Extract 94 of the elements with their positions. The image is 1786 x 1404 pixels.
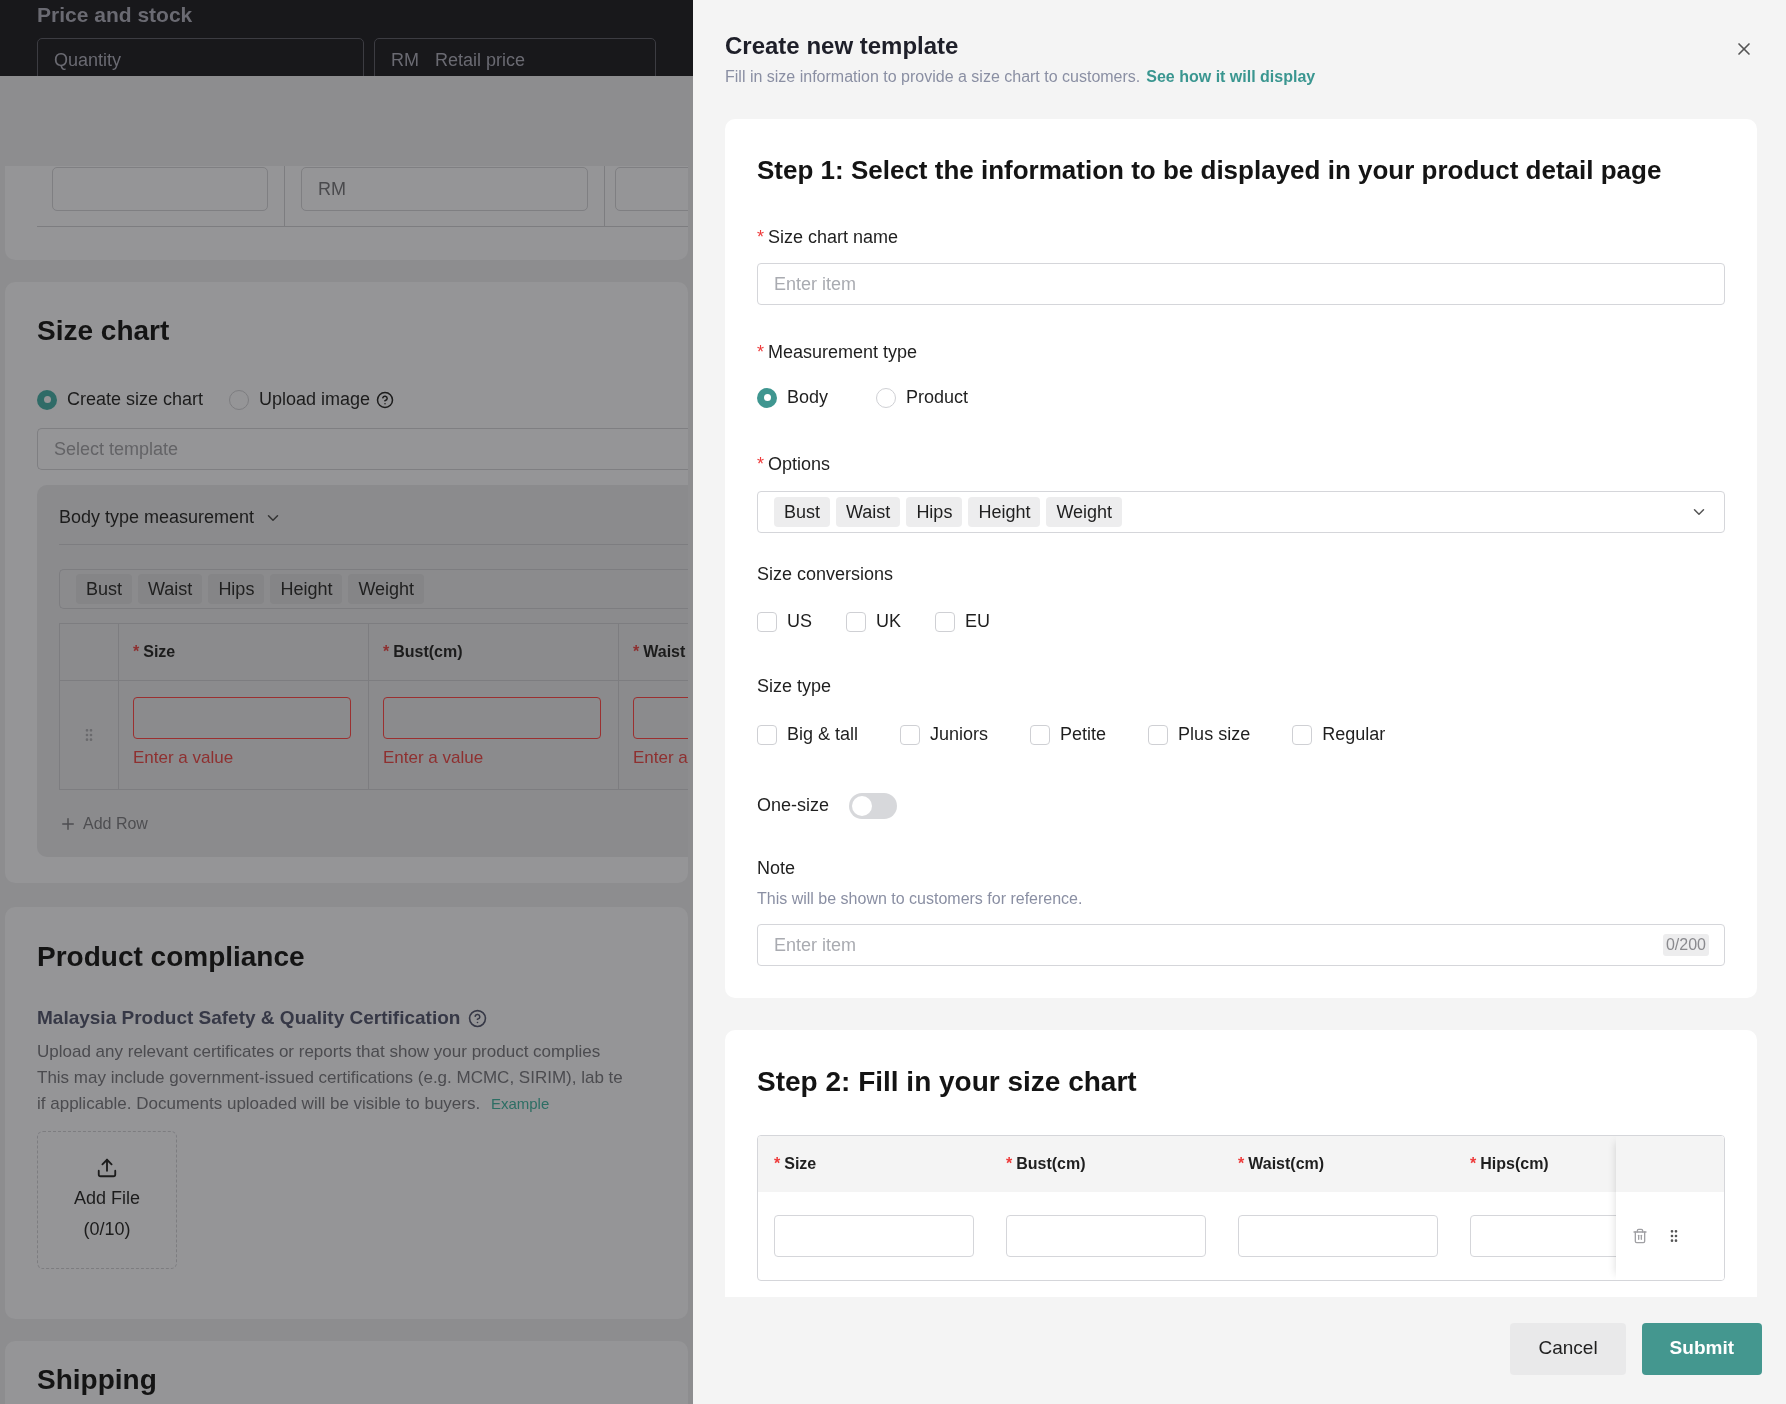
option-tag: Hips: [208, 574, 265, 604]
cancel-button[interactable]: Cancel: [1510, 1322, 1626, 1375]
radio-label: Upload image: [259, 388, 371, 411]
one-size-toggle[interactable]: [849, 792, 898, 819]
file-count: (0/10): [83, 1217, 131, 1241]
field-label: * Options: [757, 453, 832, 476]
option-tag: Bust: [774, 497, 831, 527]
example-link[interactable]: Example: [490, 1094, 550, 1112]
checkbox[interactable]: [1030, 724, 1051, 745]
checkbox-label: Regular: [1322, 723, 1386, 746]
option-tag: Weight: [1046, 497, 1123, 527]
checkbox[interactable]: [1148, 724, 1169, 745]
description-text: Upload any relevant certificates or reports that show your product complies This may include government-issued certifications (e.g. MCMC, SIRIM), lab te if applicable. Documents uploaded will be visible to buyers. Example: [37, 1040, 624, 1115]
input-field[interactable]: Quantity: [37, 38, 365, 76]
radio-label: Body: [787, 386, 829, 409]
field-label: Size conversions: [757, 563, 895, 586]
checkbox[interactable]: [900, 724, 921, 745]
price-field[interactable]: RM Retail price: [374, 38, 656, 76]
error-message: Enter a value: [133, 747, 235, 769]
radio-button[interactable]: [37, 389, 57, 410]
help-icon[interactable]: [376, 390, 395, 409]
section-title: Product compliance: [37, 940, 306, 974]
option-tag: Waist: [138, 574, 203, 604]
radio-label: Product: [906, 386, 969, 409]
add-file-label: Add File: [73, 1186, 140, 1210]
column-header: * Waist: [633, 642, 686, 662]
required-asterisk: *: [133, 643, 140, 660]
column-header: * Hips(cm): [1470, 1154, 1549, 1174]
required-asterisk: *: [1470, 1155, 1477, 1172]
checkbox-label: Petite: [1060, 723, 1107, 746]
checkbox-label: Juniors: [930, 723, 989, 746]
required-asterisk: *: [633, 643, 640, 660]
checkbox-label: UK: [876, 610, 902, 633]
field-label: Note: [757, 857, 797, 880]
column-header: * Size: [774, 1154, 817, 1174]
drawer-subtitle: Fill in size information to provide a size chart to customers.: [725, 67, 1141, 87]
section-title: Shipping: [37, 1363, 158, 1397]
required-asterisk: *: [383, 643, 390, 660]
checkbox[interactable]: [757, 724, 777, 745]
required-asterisk: *: [757, 227, 764, 247]
radio-button[interactable]: [757, 387, 777, 408]
price-field[interactable]: RM: [301, 167, 588, 211]
required-asterisk: *: [774, 1155, 781, 1172]
note-hint: This will be shown to customers for reference.: [757, 889, 1084, 909]
column-header: * Size: [133, 642, 176, 662]
checkbox[interactable]: [846, 611, 866, 632]
option-tag: Weight: [348, 574, 425, 604]
character-counter: 0/200: [1662, 934, 1709, 956]
error-message: Enter a value: [383, 747, 485, 769]
tags-field[interactable]: Bust Waist Hips Height Weight: [59, 569, 688, 609]
size-chart-name-field[interactable]: Enter item: [757, 263, 1725, 305]
step-heading: Step 1: Select the information to be displayed in your product detail page: [757, 154, 1663, 187]
help-icon[interactable]: [468, 1008, 488, 1028]
option-tag: Hips: [906, 497, 963, 527]
required-asterisk: *: [757, 454, 764, 474]
section-title: Size chart: [37, 314, 171, 348]
field-label: * Measurement type: [757, 341, 919, 364]
checkbox[interactable]: [935, 611, 956, 632]
input-field[interactable]: [383, 697, 601, 739]
submit-button[interactable]: Submit: [1641, 1322, 1762, 1375]
option-tag: Bust: [76, 574, 133, 604]
display-preview-link[interactable]: See how it will display: [1146, 65, 1316, 89]
field-label: Size type: [757, 675, 833, 698]
certification-title: Malaysia Product Safety & Quality Certification: [37, 1006, 461, 1030]
section-title: Price and stock: [37, 2, 194, 28]
checkbox[interactable]: [1292, 724, 1313, 745]
radio-label: Create size chart: [67, 388, 204, 411]
checkbox-label: Big & tall: [787, 723, 859, 746]
option-tag: Height: [270, 574, 343, 604]
upload-icon: [96, 1156, 118, 1179]
option-tag: Waist: [836, 497, 901, 527]
toggle-label: One-size: [757, 794, 830, 817]
option-tag: Height: [968, 497, 1041, 527]
column-header: * Bust(cm): [1006, 1154, 1086, 1174]
column-header: * Bust(cm): [383, 642, 463, 662]
required-asterisk: *: [1238, 1155, 1245, 1172]
required-asterisk: *: [757, 342, 764, 362]
delete-icon[interactable]: [1632, 1228, 1648, 1244]
measurement-dropdown[interactable]: Body type measurement: [59, 504, 255, 531]
plus-icon: [59, 815, 77, 833]
column-header: * Waist(cm): [1238, 1154, 1325, 1174]
checkbox[interactable]: [757, 611, 777, 632]
checkbox-label: US: [787, 610, 812, 633]
add-file-button[interactable]: Add File (0/10): [37, 1130, 177, 1269]
drawer-title: Create new template: [725, 31, 960, 61]
checkbox-label: Plus size: [1178, 723, 1251, 746]
checkbox-label: EU: [965, 610, 991, 633]
field-label: * Size chart name: [757, 226, 900, 249]
input-field[interactable]: [133, 697, 351, 739]
error-message: Enter a: [633, 747, 688, 769]
add-row-button[interactable]: Add Row: [59, 812, 148, 836]
step-heading: Step 2: Fill in your size chart: [757, 1065, 1138, 1099]
options-select[interactable]: Bust Waist Hips Height Weight: [757, 491, 1725, 533]
required-asterisk: *: [1006, 1155, 1013, 1172]
